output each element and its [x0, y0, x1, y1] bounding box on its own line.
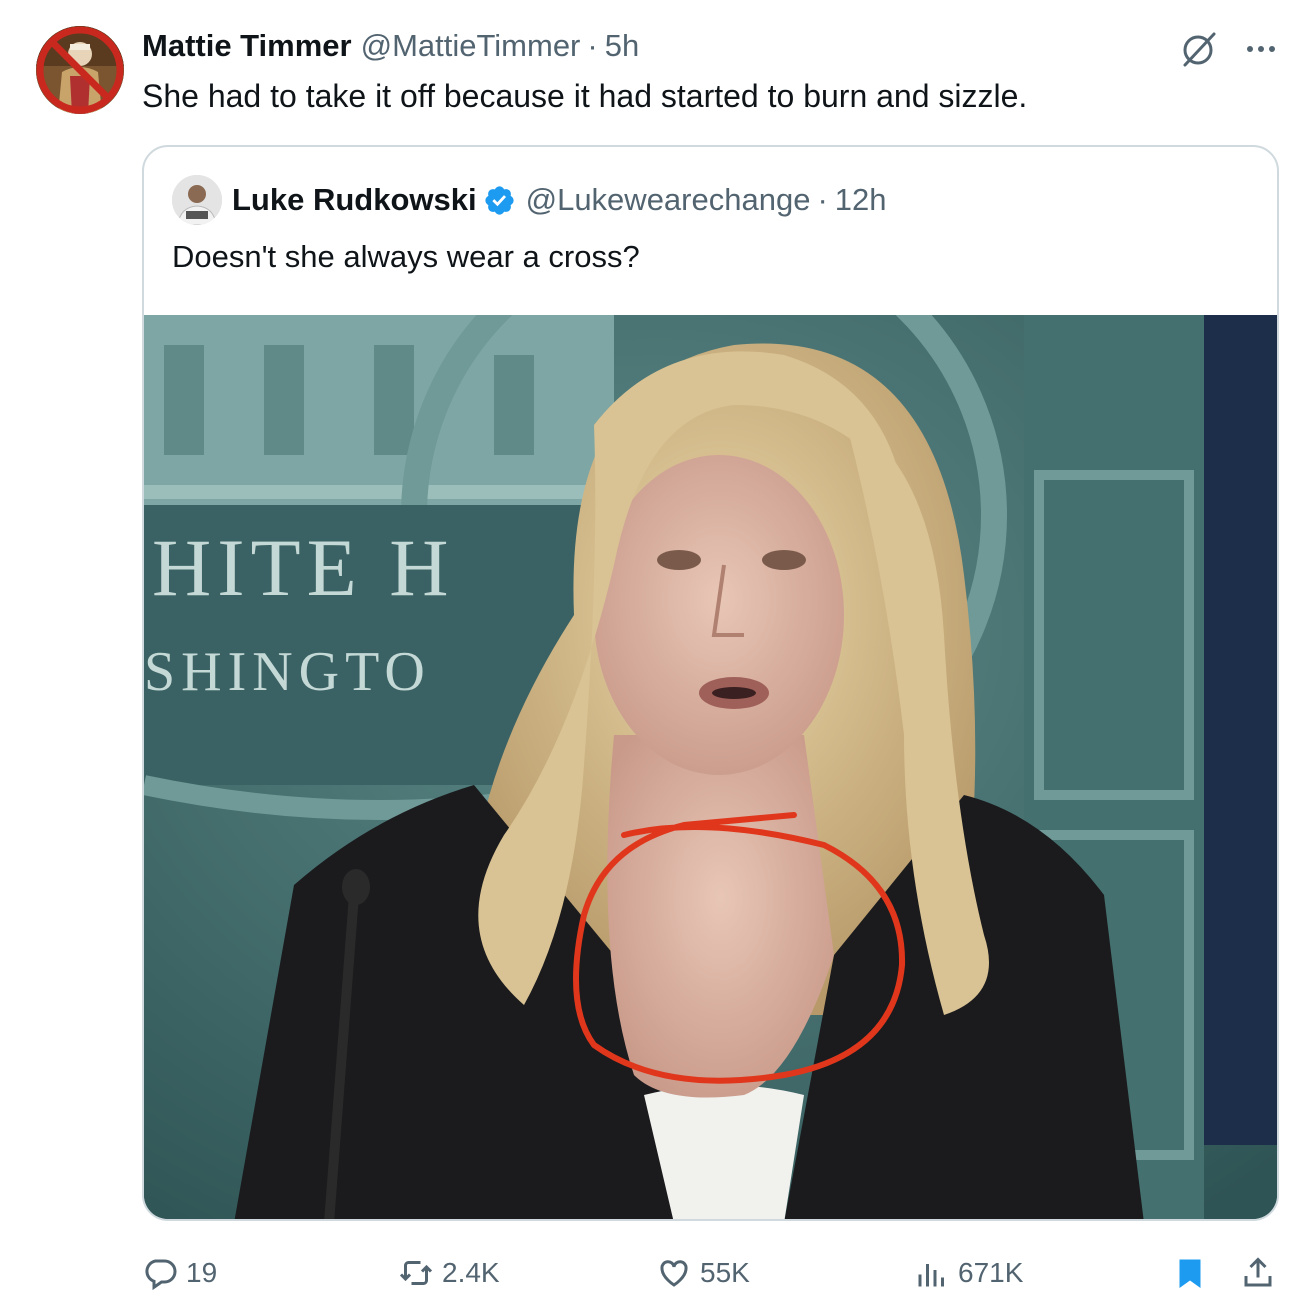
quoted-tweet[interactable]: Luke Rudkowski @Lukewearechange · 12h Do… [142, 145, 1279, 1221]
quoted-header: Luke Rudkowski @Lukewearechange · 12h [232, 179, 887, 221]
tweet-text: She had to take it off because it had st… [142, 78, 1028, 114]
backdrop-lettering-1: HITE H [152, 522, 454, 613]
action-bar: 19 2.4K 55K 671K [0, 1248, 1314, 1298]
views-icon [918, 1264, 944, 1287]
quoted-author-handle[interactable]: @Lukewearechange [526, 182, 811, 218]
press-briefing-photo: HITE H SHINGTO [144, 315, 1277, 1219]
repost-count: 2.4K [442, 1257, 500, 1288]
like-button[interactable]: 55K [656, 1248, 750, 1298]
author-avatar[interactable] [36, 26, 124, 114]
reply-icon [145, 1259, 177, 1291]
author-name[interactable]: Mattie Timmer [142, 28, 352, 64]
more-icon[interactable] [1240, 28, 1282, 70]
reply-button[interactable]: 19 [142, 1248, 217, 1298]
quoted-media-photo[interactable]: HITE H SHINGTO [144, 315, 1277, 1219]
author-handle[interactable]: @MattieTimmer [361, 28, 581, 64]
tweet-header: Mattie Timmer @MattieTimmer · 5h [142, 26, 639, 66]
like-count: 55K [700, 1257, 750, 1288]
quoted-separator-dot: · [817, 182, 828, 217]
quoted-author-avatar[interactable] [172, 175, 222, 225]
views-count: 671K [958, 1257, 1024, 1288]
verified-badge-icon [485, 185, 514, 215]
author-avatar-image [36, 26, 124, 114]
like-icon [660, 1260, 688, 1287]
bookmark-button[interactable] [1172, 1248, 1216, 1298]
bookmark-icon [1179, 1259, 1201, 1288]
tweet[interactable]: Mattie Timmer @MattieTimmer · 5h She had… [0, 0, 1314, 1306]
grok-icon[interactable] [1178, 28, 1220, 70]
reply-count: 19 [186, 1257, 218, 1288]
views-button[interactable]: 671K [914, 1248, 1023, 1298]
share-icon [1244, 1257, 1272, 1287]
quoted-text: Doesn't she always wear a cross? [172, 239, 640, 274]
share-button[interactable] [1240, 1248, 1284, 1298]
tweet-timestamp[interactable]: 5h [605, 28, 639, 64]
backdrop-lettering-2: SHINGTO [144, 641, 431, 703]
separator-dot: · [587, 28, 598, 63]
repost-icon [399, 1261, 433, 1285]
repost-button[interactable]: 2.4K [398, 1248, 500, 1298]
quoted-timestamp[interactable]: 12h [835, 182, 887, 218]
quoted-author-name[interactable]: Luke Rudkowski [232, 182, 477, 218]
